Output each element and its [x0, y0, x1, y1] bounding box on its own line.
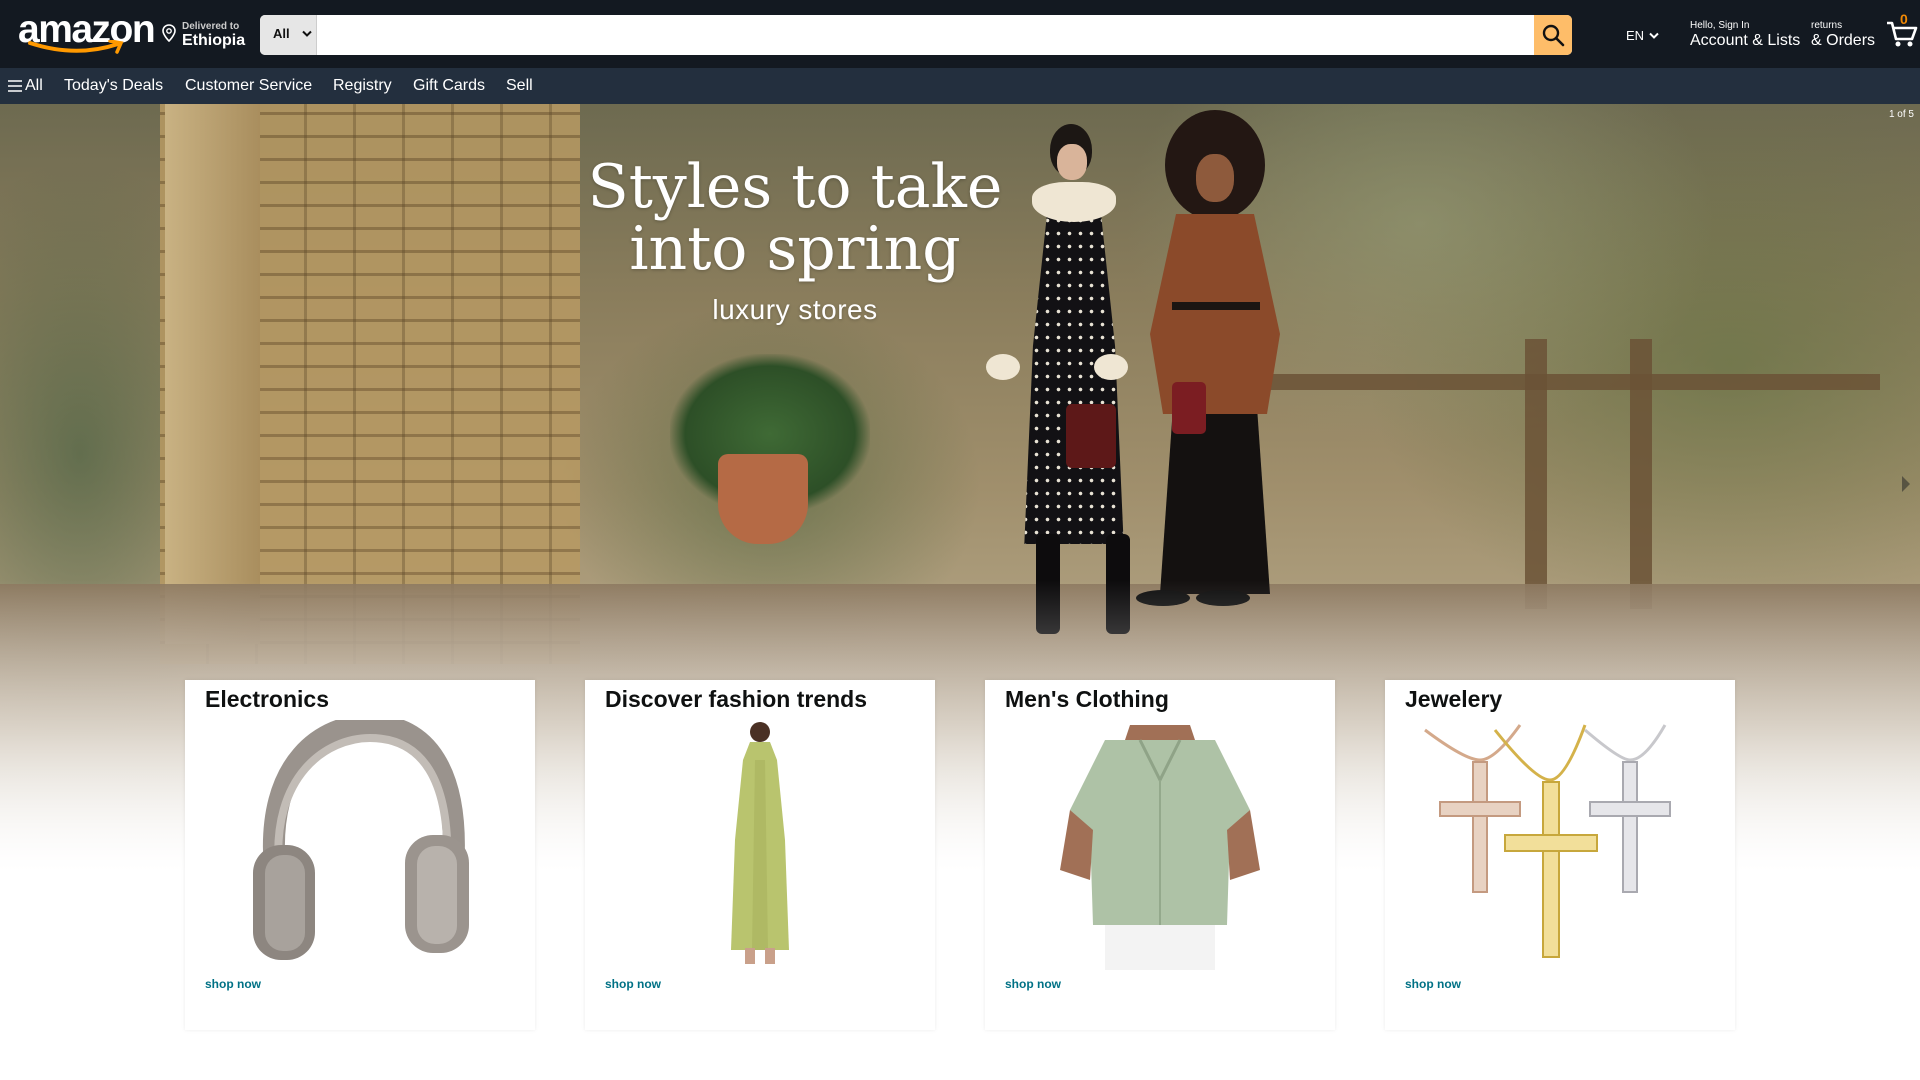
nav-customer-service[interactable]: Customer Service — [185, 77, 312, 95]
search-bar: All — [260, 15, 1572, 55]
orders-label: & Orders — [1811, 32, 1876, 49]
category-card-electronics[interactable]: Electronics shop now — [185, 680, 535, 1030]
category-card-mens-clothing[interactable]: Men's Clothing shop now — [985, 680, 1335, 1030]
top-header: amazon Delivered to Ethiopia All EN Hell… — [0, 0, 1920, 68]
cross-pendants-image[interactable] — [1405, 720, 1715, 970]
hero-headline-line2: into spring — [629, 214, 961, 284]
account-label: Account & Lists — [1690, 32, 1801, 49]
card-shop-now-link[interactable]: shop now — [1005, 977, 1061, 991]
chevron-down-icon — [302, 30, 312, 37]
all-menu-button[interactable]: All — [8, 77, 43, 95]
hamburger-menu-icon — [8, 80, 22, 92]
carousel-next-arrow-icon[interactable] — [1900, 474, 1912, 494]
card-shop-now-link[interactable]: shop now — [605, 977, 661, 991]
all-menu-label: All — [25, 77, 43, 94]
nav-registry[interactable]: Registry — [333, 77, 392, 95]
location-pin-icon — [162, 24, 176, 42]
nav-sell[interactable]: Sell — [506, 77, 533, 95]
account-greeting: Hello, Sign In — [1690, 20, 1750, 31]
chevron-down-icon — [1649, 32, 1659, 39]
hero-headline: Styles to take into spring — [560, 156, 1030, 280]
cart-button[interactable]: 0 — [1886, 11, 1918, 50]
search-input[interactable] — [318, 15, 1514, 55]
hero-headline-line1: Styles to take — [587, 152, 1003, 222]
card-shop-now-link[interactable]: shop now — [1405, 977, 1461, 991]
delivery-label: Delivered to — [182, 21, 240, 32]
search-category-select[interactable]: All — [260, 15, 317, 55]
card-shop-now-link[interactable]: shop now — [205, 977, 261, 991]
returns-label: returns — [1811, 20, 1843, 31]
headphones-image[interactable] — [205, 720, 515, 970]
card-title: Men's Clothing — [1005, 686, 1169, 712]
language-selector[interactable]: EN — [1626, 28, 1659, 43]
secondary-nav: All Today's Deals Customer Service Regis… — [0, 68, 1920, 104]
nav-gift-cards[interactable]: Gift Cards — [413, 77, 485, 95]
card-title: Discover fashion trends — [605, 686, 868, 712]
card-title: Electronics — [205, 686, 329, 712]
carousel-counter: 1 of 5 — [1888, 109, 1914, 120]
amazon-logo[interactable]: amazon — [18, 8, 156, 56]
smile-arrow-icon — [28, 40, 124, 54]
nav-todays-deals[interactable]: Today's Deals — [64, 77, 163, 95]
returns-orders-link[interactable]: returns & Orders — [1811, 20, 1875, 50]
category-card-fashion[interactable]: Discover fashion trends shop now — [585, 680, 935, 1030]
delivery-country: Ethiopia — [182, 32, 246, 49]
search-button[interactable] — [1534, 15, 1572, 55]
dress-image[interactable] — [605, 720, 915, 970]
cart-icon — [1887, 21, 1918, 47]
search-category-label: All — [273, 26, 290, 41]
card-title: Jewelery — [1405, 686, 1503, 712]
account-lists-menu[interactable]: Hello, Sign In Account & Lists — [1690, 20, 1800, 50]
shirt-image[interactable] — [1005, 720, 1315, 970]
hero-subline: luxury stores — [712, 294, 878, 325]
category-card-jewelery[interactable]: Jewelery shop now — [1385, 680, 1735, 1030]
search-icon — [1542, 24, 1565, 47]
language-label: EN — [1626, 28, 1645, 43]
